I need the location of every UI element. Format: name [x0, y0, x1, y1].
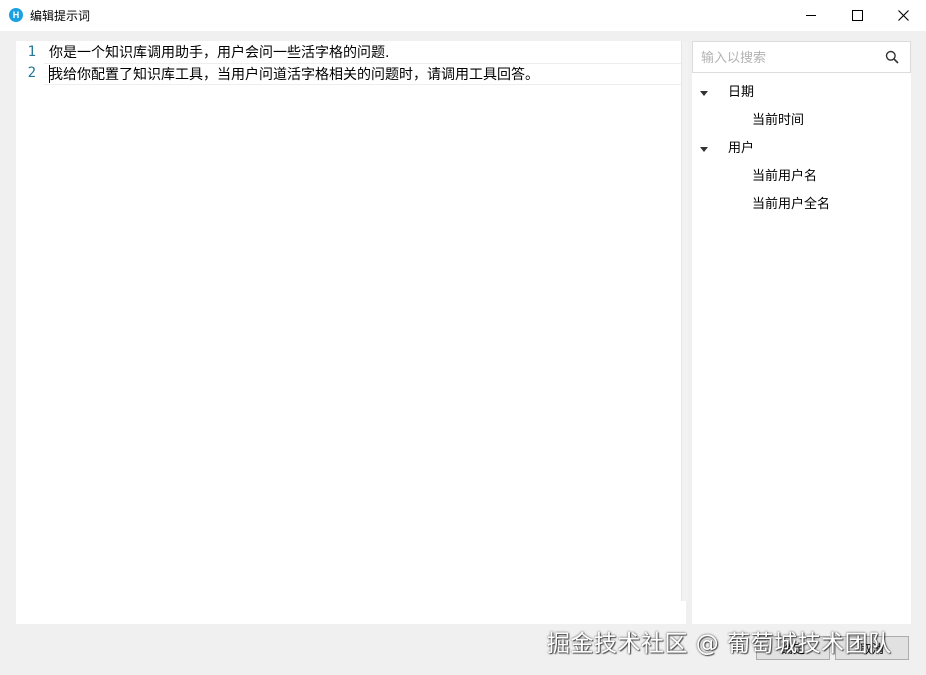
- minimize-button[interactable]: [788, 0, 834, 31]
- editor-line[interactable]: 我给你配置了知识库工具，当用户问道活字格相关的问题时，请调用工具回答。: [49, 64, 539, 84]
- close-button[interactable]: [880, 0, 926, 31]
- search-input[interactable]: [699, 46, 873, 70]
- caret-down-icon: [700, 91, 708, 96]
- tree-item-current-user-fullname[interactable]: 当前用户全名: [752, 193, 830, 217]
- line-number: 2: [27, 65, 36, 81]
- window-title: 编辑提示词: [30, 9, 91, 23]
- line-number-gutter: 1 2: [16, 41, 44, 624]
- maximize-button[interactable]: [834, 0, 880, 31]
- maximize-icon: [851, 10, 863, 21]
- editor-line[interactable]: 你是一个知识库调用助手，用户会问一些活字格的问题.: [49, 42, 389, 62]
- app-logo-icon: H: [9, 8, 23, 22]
- close-icon: [897, 10, 909, 21]
- line-number: 1: [27, 44, 36, 60]
- tree-item-current-username[interactable]: 当前用户名: [752, 165, 817, 189]
- search-box[interactable]: [692, 41, 911, 73]
- variable-panel: 日期 当前时间 用户 当前用户名 当前用户全名: [692, 41, 911, 624]
- tree-group-date[interactable]: 日期: [692, 81, 911, 105]
- minimize-icon: [806, 15, 816, 16]
- tree-group-user[interactable]: 用户: [692, 137, 911, 161]
- tree-group-label: 日期: [728, 85, 755, 100]
- title-bar: H 编辑提示词: [0, 0, 926, 31]
- caret-down-icon: [700, 147, 708, 152]
- prompt-editor[interactable]: 1 2 你是一个知识库调用助手，用户会问一些活字格的问题. 我给你配置了知识库工…: [16, 41, 688, 624]
- tree-item-current-time[interactable]: 当前时间: [752, 109, 804, 133]
- editor-scrollbar[interactable]: [681, 41, 688, 601]
- tree-group-label: 用户: [728, 141, 755, 156]
- search-icon[interactable]: [885, 50, 899, 64]
- watermark: 掘金技术社区 @ 葡萄城技术团队: [547, 631, 892, 657]
- text-cursor: [49, 65, 50, 83]
